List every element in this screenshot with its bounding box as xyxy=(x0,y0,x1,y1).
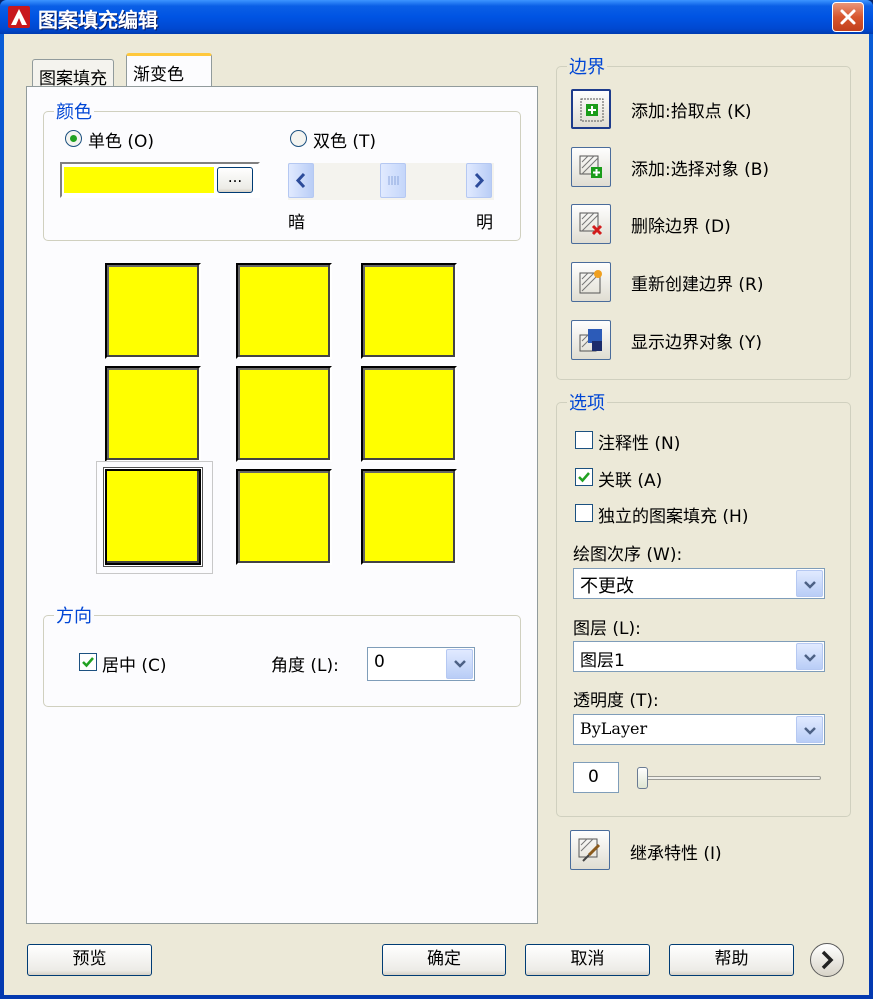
more-options-button[interactable] xyxy=(810,943,844,977)
tab-gradient[interactable]: 渐变色 xyxy=(126,53,212,88)
color-preview xyxy=(64,167,214,193)
chevron-down-icon xyxy=(804,727,816,735)
options-group: 选项 注释性 (N) 关联 (A) 独立的图案填充 (H) 绘图次序 (W): … xyxy=(556,389,851,817)
transparency-label: 透明度 (T): xyxy=(573,691,659,711)
draw-order-label: 绘图次序 (W): xyxy=(573,545,683,565)
layer-select[interactable]: 图层1 xyxy=(573,641,825,672)
dropdown-arrow[interactable] xyxy=(446,649,473,679)
shade-decrease-button[interactable] xyxy=(288,163,314,198)
direction-group-title: 方向 xyxy=(54,602,94,628)
color-group-title: 颜色 xyxy=(54,98,94,124)
shade-dark-label: 暗 xyxy=(288,213,305,233)
display-boundary-objects-icon xyxy=(579,329,602,352)
draw-order-select[interactable]: 不更改 xyxy=(573,568,825,599)
associative-label: 关联 (A) xyxy=(598,471,663,491)
grip-icon xyxy=(388,176,399,185)
boundary-group: 边界 添加:拾取点 (K) 添加:选择对象 (B) 删除边界 (D) 重新创建边… xyxy=(556,53,851,380)
chevron-right-icon xyxy=(821,950,834,970)
color-group: 颜色 单色 (O) 双色 (T) ... 暗 明 xyxy=(43,98,521,241)
transparency-value-input[interactable]: 0 xyxy=(573,762,619,793)
gradient-pattern-swatch[interactable] xyxy=(105,366,201,462)
remove-boundaries-label[interactable]: 删除边界 (D) xyxy=(631,212,731,237)
inherit-properties-label[interactable]: 继承特性 (I) xyxy=(630,839,722,864)
gradient-tab-panel: 颜色 单色 (O) 双色 (T) ... 暗 明 方向 居中 (C) 角度 (L… xyxy=(26,86,538,924)
gradient-pattern-swatch[interactable] xyxy=(236,469,332,565)
dropdown-arrow[interactable] xyxy=(796,716,823,743)
close-icon xyxy=(840,9,856,25)
options-group-title: 选项 xyxy=(567,389,607,415)
recreate-boundary-button[interactable] xyxy=(571,262,611,302)
add-select-objects-label[interactable]: 添加:选择对象 (B) xyxy=(631,155,769,180)
angle-label: 角度 (L): xyxy=(271,656,339,676)
shade-light-label: 明 xyxy=(476,213,493,233)
gradient-pattern-swatch[interactable] xyxy=(361,469,457,565)
dropdown-arrow[interactable] xyxy=(796,570,823,597)
gradient-pattern-swatch[interactable] xyxy=(361,366,457,462)
title-bar[interactable]: 图案填充编辑 xyxy=(0,0,873,34)
associative-checkbox[interactable] xyxy=(575,468,593,486)
remove-boundaries-button[interactable] xyxy=(571,204,611,244)
tab-hatch[interactable]: 图案填充 xyxy=(32,59,114,89)
boundary-group-title: 边界 xyxy=(567,53,607,79)
color-swatch-field[interactable]: ... xyxy=(60,162,260,198)
add-select-objects-button[interactable] xyxy=(571,147,611,187)
shade-slider[interactable] xyxy=(288,163,494,200)
dropdown-arrow[interactable] xyxy=(796,643,823,670)
add-pick-points-icon xyxy=(580,98,604,122)
shade-increase-button[interactable] xyxy=(466,163,492,198)
single-color-radio[interactable] xyxy=(65,130,82,147)
gradient-pattern-swatch[interactable] xyxy=(236,366,332,462)
transparency-slider-track[interactable] xyxy=(639,776,821,780)
angle-select[interactable]: 0 xyxy=(367,647,475,681)
remove-boundaries-icon xyxy=(579,212,603,236)
shade-slider-thumb[interactable] xyxy=(380,163,406,198)
chevron-down-icon xyxy=(804,581,816,589)
chevron-left-icon xyxy=(295,172,306,189)
add-pick-points-label[interactable]: 添加:拾取点 (K) xyxy=(631,97,752,122)
direction-group: 方向 居中 (C) 角度 (L): 0 xyxy=(43,602,521,707)
recreate-boundary-label[interactable]: 重新创建边界 (R) xyxy=(631,270,763,295)
paintbrush-icon xyxy=(578,838,601,862)
gradient-pattern-swatch[interactable] xyxy=(105,263,201,359)
gradient-pattern-swatch-selected[interactable] xyxy=(105,469,201,565)
two-color-radio[interactable] xyxy=(290,130,307,147)
annotative-label: 注释性 (N) xyxy=(598,434,681,454)
inherit-properties-button[interactable] xyxy=(570,830,610,870)
checkmark-icon xyxy=(578,472,590,483)
recreate-boundary-icon xyxy=(579,270,602,294)
gradient-pattern-swatch[interactable] xyxy=(236,263,332,359)
transparency-select[interactable]: ByLayer xyxy=(573,714,825,745)
cancel-button[interactable]: 取消 xyxy=(525,944,650,976)
center-label: 居中 (C) xyxy=(102,656,167,676)
independent-hatch-checkbox[interactable] xyxy=(575,504,593,522)
color-browse-button[interactable]: ... xyxy=(217,167,253,193)
help-button[interactable]: 帮助 xyxy=(669,944,794,976)
display-boundary-objects-label[interactable]: 显示边界对象 (Y) xyxy=(631,328,762,353)
single-color-label: 单色 (O) xyxy=(88,132,155,152)
dialog-window: 图案填充编辑 图案填充 渐变色 颜色 单色 (O) 双色 (T) ... 暗 明… xyxy=(0,0,873,999)
preview-button[interactable]: 预览 xyxy=(27,944,152,976)
window-title: 图案填充编辑 xyxy=(38,8,158,32)
two-color-label: 双色 (T) xyxy=(313,132,377,152)
chevron-down-icon xyxy=(804,654,816,662)
chevron-down-icon xyxy=(454,660,466,668)
chevron-right-icon xyxy=(474,172,485,189)
dialog-client: 图案填充 渐变色 颜色 单色 (O) 双色 (T) ... 暗 明 方向 居中 … xyxy=(4,34,869,995)
independent-hatch-label: 独立的图案填充 (H) xyxy=(598,507,749,527)
checkmark-icon xyxy=(82,657,94,668)
layer-label: 图层 (L): xyxy=(573,619,641,639)
annotative-checkbox[interactable] xyxy=(575,431,593,449)
close-button[interactable] xyxy=(832,2,864,32)
autocad-app-icon xyxy=(8,6,30,28)
add-select-objects-icon xyxy=(579,155,602,178)
ok-button[interactable]: 确定 xyxy=(382,944,506,976)
transparency-slider-thumb[interactable] xyxy=(637,767,648,789)
add-pick-points-button[interactable] xyxy=(571,89,611,129)
gradient-pattern-swatch[interactable] xyxy=(361,263,457,359)
display-boundary-objects-button[interactable] xyxy=(571,320,611,360)
center-checkbox[interactable] xyxy=(79,653,97,671)
